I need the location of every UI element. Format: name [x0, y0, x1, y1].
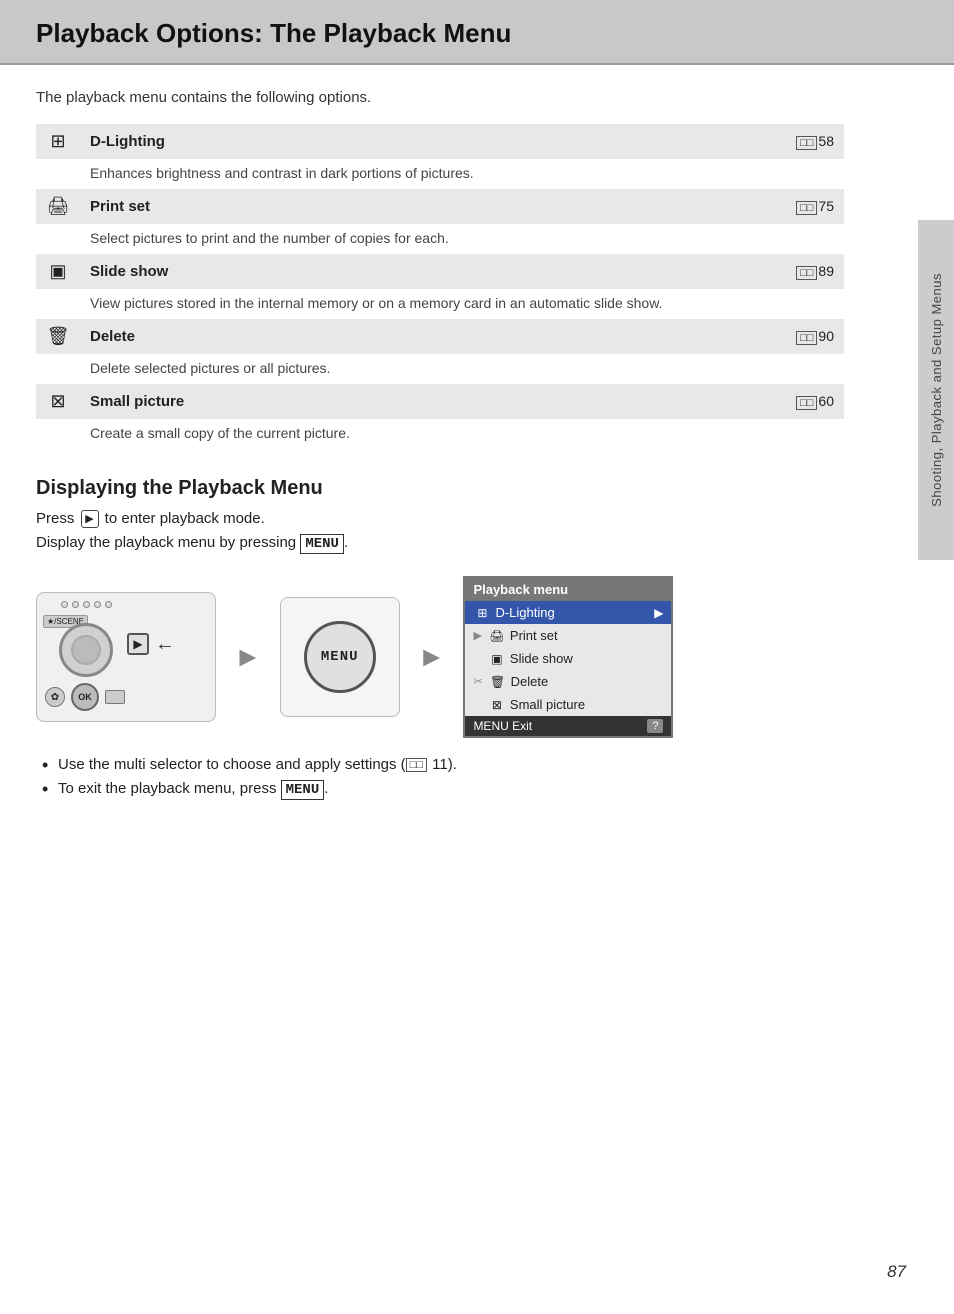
intro-text: The playback menu contains the following… [36, 89, 844, 106]
option-desc-slide-show: View pictures stored in the internal mem… [36, 289, 844, 319]
camera-rect-btn [105, 690, 125, 704]
bullet-list: Use the multi selector to choose and app… [36, 756, 844, 800]
camera-dot [94, 601, 101, 608]
option-desc-delete: Delete selected pictures or all pictures… [36, 354, 844, 384]
option-label-d-lighting: D-Lighting [80, 124, 764, 159]
pm-play-prefix-spacer: ▶ [473, 652, 481, 665]
option-ref-print-set: □□75 [764, 189, 844, 224]
camera-lens-inner [71, 635, 101, 665]
main-content: The playback menu contains the following… [0, 65, 880, 831]
option-icon-slide-show: ▣ [36, 254, 80, 289]
menu-circle: MENU [304, 621, 376, 693]
option-label-delete: Delete [80, 319, 764, 354]
camera-diagram: ★/SCENE ▶ ← ✿ OK [36, 592, 216, 722]
pm-icon-slide-show: ▣ [488, 652, 506, 666]
menu-button-diagram: MENU [280, 597, 400, 717]
arrow-right-icon-1: ► [234, 641, 262, 673]
pm-item-delete: ✂ 🗑 Delete [465, 670, 671, 693]
pm-help-icon: ? [647, 719, 663, 733]
option-ref-small-picture: □□60 [764, 384, 844, 419]
option-desc-small-picture: Create a small copy of the current pictu… [36, 419, 844, 449]
menu-key-label-2: MENU [281, 780, 325, 800]
press-line-2: Display the playback menu by pressing ME… [36, 534, 844, 554]
pm-item-slide-show: ▶ ▣ Slide show [465, 647, 671, 670]
arrow-right-icon-2: ► [418, 641, 446, 673]
table-row-desc: Enhances brightness and contrast in dark… [36, 159, 844, 189]
option-ref-slide-show: □□89 [764, 254, 844, 289]
camera-flower-btn: ✿ [45, 687, 65, 707]
table-row: 🗑 Delete □□90 [36, 319, 844, 354]
list-item: Use the multi selector to choose and app… [36, 756, 844, 773]
menu-key-label: MENU [300, 534, 344, 554]
options-table: ⊞ D-Lighting □□58 Enhances brightness an… [36, 124, 844, 449]
pm-item-d-lighting: ⊞ D-Lighting ▶ [465, 601, 671, 624]
table-row: ⊠ Small picture □□60 [36, 384, 844, 419]
table-row: 🖨 Print set □□75 [36, 189, 844, 224]
pm-label-print-set: Print set [510, 628, 558, 643]
camera-dot [61, 601, 68, 608]
page-header: Playback Options: The Playback Menu [0, 0, 954, 65]
option-label-slide-show: Slide show [80, 254, 764, 289]
pm-scissors-icon: ✂ [473, 675, 482, 688]
pm-play-prefix: ▶ [473, 629, 481, 642]
sidebar-label: Shooting, Playback and Setup Menus [929, 273, 944, 507]
pm-label-slide-show: Slide show [510, 651, 573, 666]
table-row: ▣ Slide show □□89 [36, 254, 844, 289]
diagrams-row: ★/SCENE ▶ ← ✿ OK ► MENU ► Playback menu … [36, 576, 844, 738]
camera-lens [59, 623, 113, 677]
pm-icon-delete: 🗑 [489, 675, 507, 689]
page-number: 87 [887, 1262, 906, 1282]
pm-icon-print-set: 🖨 [488, 629, 506, 643]
list-item: To exit the playback menu, press MENU. [36, 780, 844, 800]
playback-menu-title: Playback menu [465, 578, 671, 601]
pm-item-print-set: ▶ 🖨 Print set [465, 624, 671, 647]
play-button-icon: ▶ [81, 510, 99, 528]
pm-label-delete: Delete [511, 674, 549, 689]
table-row-desc: Delete selected pictures or all pictures… [36, 354, 844, 384]
pm-icon-d-lighting: ⊞ [473, 606, 491, 620]
playback-menu-screen: Playback menu ⊞ D-Lighting ▶ ▶ 🖨 Print s… [463, 576, 673, 738]
camera-dot [105, 601, 112, 608]
camera-dot [72, 601, 79, 608]
section2-heading: Displaying the Playback Menu [36, 477, 844, 500]
camera-dot [83, 601, 90, 608]
camera-bottom-controls: ✿ OK [45, 683, 207, 711]
sidebar-panel: Shooting, Playback and Setup Menus [918, 220, 954, 560]
option-icon-d-lighting: ⊞ [36, 124, 80, 159]
pm-label-d-lighting: D-Lighting [495, 605, 554, 620]
page-title: Playback Options: The Playback Menu [36, 18, 918, 49]
table-row-desc: Select pictures to print and the number … [36, 224, 844, 254]
camera-ok-btn: OK [71, 683, 99, 711]
pm-item-small-picture: ▶ ⊠ Small picture [465, 693, 671, 716]
camera-arrow-right: ← [155, 633, 175, 656]
camera-play-btn: ▶ [127, 633, 149, 655]
option-desc-print-set: Select pictures to print and the number … [36, 224, 844, 254]
pm-footer: MENU Exit ? [465, 716, 671, 736]
option-label-print-set: Print set [80, 189, 764, 224]
pm-icon-small-picture: ⊠ [488, 698, 506, 712]
table-row-desc: Create a small copy of the current pictu… [36, 419, 844, 449]
pm-label-small-picture: Small picture [510, 697, 585, 712]
option-icon-delete: 🗑 [36, 319, 80, 354]
table-row: ⊞ D-Lighting □□58 [36, 124, 844, 159]
option-icon-print-set: 🖨 [36, 189, 80, 224]
pm-exit-label: MENU Exit [473, 719, 532, 733]
option-desc-d-lighting: Enhances brightness and contrast in dark… [36, 159, 844, 189]
option-ref-d-lighting: □□58 [764, 124, 844, 159]
press-line-1: Press ▶ to enter playback mode. [36, 510, 844, 528]
option-icon-small-picture: ⊠ [36, 384, 80, 419]
table-row-desc: View pictures stored in the internal mem… [36, 289, 844, 319]
camera-top-dots [61, 601, 112, 608]
option-ref-delete: □□90 [764, 319, 844, 354]
option-label-small-picture: Small picture [80, 384, 764, 419]
pm-spacer: ▶ [473, 698, 481, 711]
pm-arrow-d-lighting: ▶ [654, 606, 663, 620]
